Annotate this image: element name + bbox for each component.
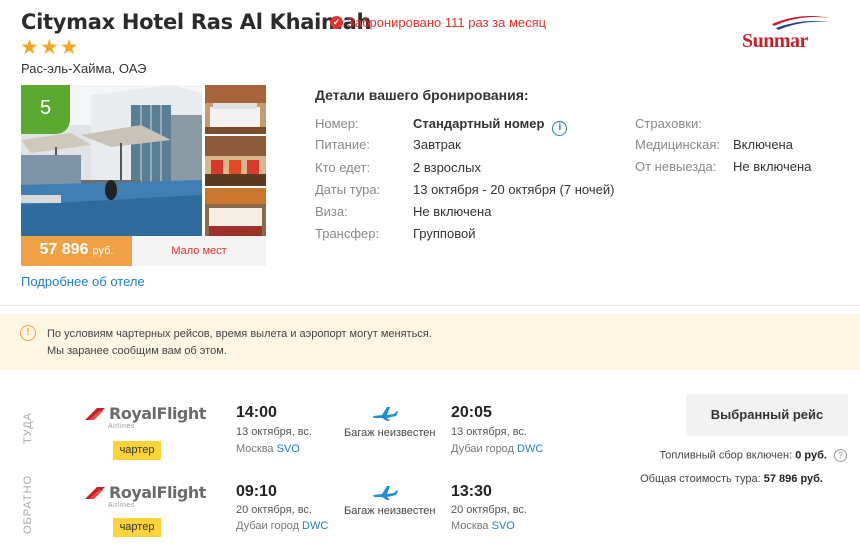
back-arrival-city: Москва xyxy=(451,520,489,532)
booked-badge: ✓ Забронировано 111 раз за месяц xyxy=(330,15,546,30)
airline-bird-icon xyxy=(85,407,105,420)
detail-label-transfer: Трансфер: xyxy=(315,226,380,241)
hotel-main-photo[interactable]: 5 xyxy=(21,85,202,236)
hotel-rating-badge: 5 xyxy=(21,85,70,134)
detail-label-dates: Даты тура: xyxy=(315,182,381,197)
hotel-thumb-2[interactable] xyxy=(205,136,266,186)
few-places-label: Мало мест xyxy=(132,236,266,266)
airline-bird-icon xyxy=(85,486,105,499)
hotel-title: Citymax Hotel Ras Al Khaimah xyxy=(21,10,372,34)
charter-badge: чартер xyxy=(113,518,161,537)
detail-label-travelers: Кто едет: xyxy=(315,160,371,175)
detail-value-dates: 13 октября - 20 октября (7 ночей) xyxy=(413,182,615,197)
detail-value-meal: Завтрак xyxy=(413,137,461,152)
airline-name: RoyalFlight xyxy=(109,404,206,423)
hotel-location: Рас-эль-Хайма, ОАЭ xyxy=(21,61,147,76)
back-departure-time: 09:10 xyxy=(236,483,277,500)
back-departure-airport: Дубаи город DWC xyxy=(236,520,328,532)
hotel-photos[interactable]: 5 57 896 руб. Мало мест xyxy=(21,85,266,266)
operator-logo-text: Sunmar xyxy=(742,30,808,52)
section-divider xyxy=(0,305,860,306)
detail-value-room: Стандартный номер i xyxy=(413,116,568,136)
there-departure-airport: Москва SVO xyxy=(236,443,300,455)
hotel-details-link[interactable]: Подробнее об отеле xyxy=(21,274,145,289)
help-icon[interactable]: ? xyxy=(834,449,847,462)
charter-badge: чартер xyxy=(113,441,161,460)
back-departure-code[interactable]: DWC xyxy=(302,520,328,532)
there-arrival-date: 13 октября, вс. xyxy=(451,426,527,438)
back-departure-date: 20 октября, вс. xyxy=(236,504,312,516)
detail-label-room: Номер: xyxy=(315,116,359,131)
detail-value-travelers: 2 взрослых xyxy=(413,160,481,175)
price-value: 57 896 xyxy=(39,241,89,258)
there-arrival-city: Дубаи город xyxy=(451,443,514,455)
back-arrival-airport: Москва SVO xyxy=(451,520,515,532)
notice-line-1: По условиям чартерных рейсов, время выле… xyxy=(47,328,432,340)
detail-label-visa: Виза: xyxy=(315,204,348,219)
price-box: 57 896 руб. xyxy=(21,236,132,266)
back-baggage: Багаж неизвестен xyxy=(344,505,436,517)
there-departure-city: Москва xyxy=(236,443,274,455)
hotel-thumb-3[interactable] xyxy=(205,188,266,236)
logo-swoosh-icon xyxy=(772,16,830,30)
plane-icon xyxy=(373,407,398,421)
airline-logo: RoyalFlight xyxy=(85,483,206,502)
there-departure-date: 13 октября, вс. xyxy=(236,426,312,438)
hotel-stars: ★★★ xyxy=(20,36,80,59)
there-arrival-time: 20:05 xyxy=(451,404,492,421)
insurance-title: Страховки: xyxy=(635,116,702,131)
airline-subtitle: Airlines xyxy=(108,502,135,509)
there-baggage: Багаж неизвестен xyxy=(344,427,436,439)
warning-icon: ! xyxy=(20,325,36,341)
plane-icon xyxy=(373,486,398,500)
notice-banner xyxy=(0,314,860,370)
airline-subtitle: Airlines xyxy=(108,423,135,430)
direction-there-label: ТУДА xyxy=(22,412,34,444)
back-arrival-date: 20 октября, вс. xyxy=(451,504,527,516)
price-currency: руб. xyxy=(92,245,114,257)
insurance-label-cancel: От невыезда: xyxy=(635,159,717,174)
total-cost-label: Общая стоимость тура: xyxy=(640,473,761,485)
detail-value-visa: Не включена xyxy=(413,204,492,219)
direction-back-label: ОБРАТНО xyxy=(22,474,34,534)
insurance-value-cancel: Не включена xyxy=(733,159,812,174)
back-departure-city: Дубаи город xyxy=(236,520,299,532)
there-arrival-airport: Дубаи город DWC xyxy=(451,443,543,455)
there-departure-code[interactable]: SVO xyxy=(277,443,300,455)
total-cost-line: Общая стоимость тура: 57 896 руб. xyxy=(640,473,823,485)
there-departure-time: 14:00 xyxy=(236,404,277,421)
detail-value-transfer: Групповой xyxy=(413,226,476,241)
airline-logo: RoyalFlight xyxy=(85,404,206,423)
notice-line-2: Мы заранее сообщим вам об этом. xyxy=(47,345,227,357)
detail-value-room-text: Стандартный номер xyxy=(413,116,545,131)
booking-details-title: Детали вашего бронирования: xyxy=(315,87,529,103)
fuel-fee-value: 0 руб. xyxy=(795,449,827,462)
detail-label-meal: Питание: xyxy=(315,137,370,152)
insurance-value-medical: Включена xyxy=(733,137,793,152)
insurance-label-medical: Медицинская: xyxy=(635,137,721,152)
selected-flight-button[interactable]: Выбранный рейс xyxy=(686,394,848,436)
total-cost-value: 57 896 руб. xyxy=(763,473,823,485)
info-icon[interactable]: i xyxy=(552,121,568,136)
back-arrival-time: 13:30 xyxy=(451,483,492,500)
booked-badge-text: Забронировано 111 раз за месяц xyxy=(347,15,547,30)
check-icon: ✓ xyxy=(330,16,343,29)
back-arrival-code[interactable]: SVO xyxy=(492,520,515,532)
fuel-fee-label: Топливный сбор включен: xyxy=(659,449,793,462)
hotel-thumb-1[interactable] xyxy=(205,85,266,134)
there-arrival-code[interactable]: DWC xyxy=(517,443,543,455)
operator-logo: Sunmar xyxy=(742,14,842,52)
fuel-fee-line: Топливный сбор включен: 0 руб. ? xyxy=(659,449,847,462)
airline-name: RoyalFlight xyxy=(109,483,206,502)
